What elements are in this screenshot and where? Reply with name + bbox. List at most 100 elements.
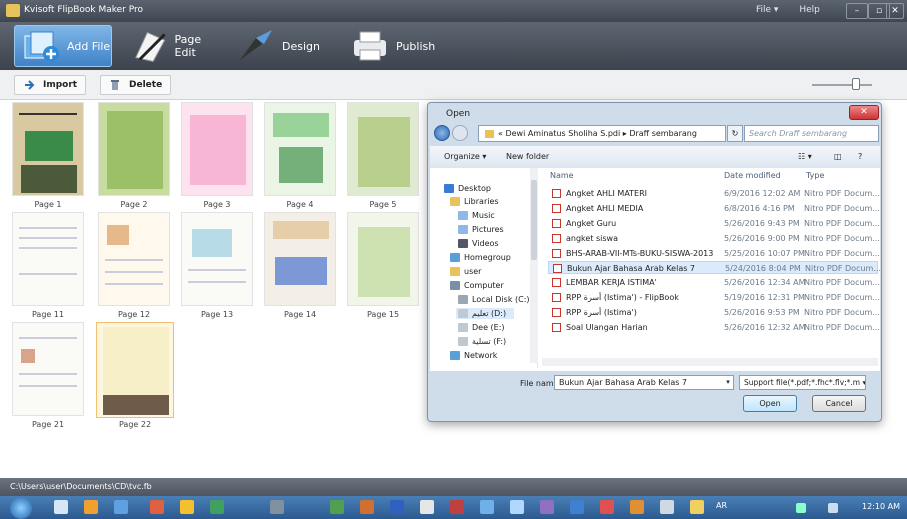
menu-help[interactable]: Help <box>799 5 820 15</box>
back-button[interactable] <box>434 125 450 141</box>
volume-icon[interactable] <box>828 503 838 513</box>
file-row-selected[interactable]: Bukun Ajar Bahasa Arab Kelas 7 5/24/2016 … <box>548 261 881 274</box>
add-file-button[interactable]: Add File <box>14 25 112 67</box>
page-thumbnail[interactable] <box>347 102 419 196</box>
page-thumbnail[interactable] <box>264 212 336 306</box>
word-icon[interactable] <box>390 500 404 514</box>
new-folder-button[interactable]: New folder <box>506 152 549 161</box>
page-edit-button[interactable]: Page Edit <box>124 25 224 67</box>
filename-dropdown-icon[interactable]: ▾ <box>720 375 736 390</box>
open-button[interactable]: Open <box>743 395 797 412</box>
menu-file[interactable]: File ▾ <box>756 5 778 15</box>
help-icon[interactable]: ? <box>858 152 862 161</box>
window-title: Kvisoft FlipBook Maker Pro <box>24 5 144 15</box>
publish-button[interactable]: Publish <box>344 25 444 67</box>
flipbook-taskbar-icon[interactable] <box>510 500 524 514</box>
page-label: Page 13 <box>200 310 234 319</box>
app-icon[interactable] <box>570 500 584 514</box>
page-thumbnail[interactable] <box>12 212 84 306</box>
file-row[interactable]: RPP أسرة (Istima') 5/26/2016 9:53 PM Nitro… <box>548 306 880 319</box>
language-indicator[interactable]: AR <box>716 501 727 510</box>
nav-drive-f[interactable]: تسلية (F:) <box>458 337 506 346</box>
forward-button[interactable] <box>452 125 468 141</box>
page-thumbnail[interactable] <box>181 102 253 196</box>
column-name[interactable]: Name <box>550 171 574 180</box>
refresh-button[interactable]: ↻ <box>727 125 743 142</box>
app-icon[interactable] <box>690 500 704 514</box>
organize-menu[interactable]: Organize ▾ <box>444 152 486 161</box>
filename-input[interactable]: Bukun Ajar Bahasa Arab Kelas 7 <box>554 375 734 390</box>
file-row[interactable]: Angket AHLI MATERI 6/9/2016 12:02 AM Nitro… <box>548 187 880 200</box>
app-icon[interactable] <box>540 500 554 514</box>
start-button[interactable] <box>10 497 32 519</box>
nav-libraries[interactable]: Libraries <box>450 197 499 206</box>
explorer-icon[interactable] <box>54 500 68 514</box>
app-icon[interactable] <box>600 500 614 514</box>
page-thumbnail[interactable] <box>12 322 84 416</box>
nav-drive-c[interactable]: Local Disk (C:) <box>458 295 530 304</box>
file-row[interactable]: LEMBAR KERJA ISTIMA' 5/26/2016 12:34 AM Ni… <box>548 276 880 289</box>
page-thumbnail[interactable] <box>181 212 253 306</box>
delete-button[interactable]: Delete <box>100 75 172 95</box>
app-icon[interactable] <box>660 500 674 514</box>
excel-icon[interactable] <box>330 500 344 514</box>
page-edit-icon <box>135 31 166 62</box>
nav-drive-d[interactable]: تعليم (D:) <box>456 308 515 319</box>
app-icon[interactable] <box>480 500 494 514</box>
design-button[interactable]: Design <box>230 25 330 67</box>
import-button[interactable]: Import <box>14 75 87 95</box>
app-icon[interactable] <box>150 500 164 514</box>
view-options-icon[interactable]: ☷ ▾ <box>798 152 812 161</box>
address-bar[interactable]: « Dewi Aminatus Sholiha S.pdi ▸ Draff se… <box>478 125 726 142</box>
nav-scrollbar-thumb[interactable] <box>531 180 537 260</box>
pdf-file-icon <box>552 234 561 243</box>
file-row[interactable]: Angket Guru 5/26/2016 9:43 PM Nitro PDF Do… <box>548 217 880 230</box>
delete-label: Delete <box>129 80 163 90</box>
zoom-slider-handle[interactable] <box>852 78 860 90</box>
app-icon[interactable] <box>210 500 224 514</box>
close-button[interactable]: ✕ <box>886 3 904 19</box>
dialog-command-bar: Organize ▾ New folder ☷ ▾ ◫ ? <box>430 146 880 168</box>
page-thumbnail-selected[interactable] <box>96 322 174 418</box>
file-row[interactable]: Angket AHLI MEDIA 6/8/2016 4:16 PM Nitro P… <box>548 202 880 215</box>
nav-network[interactable]: Network <box>450 351 497 360</box>
filetype-select[interactable]: Support file(*.pdf;*.fhc*.flv;*.m ▾ <box>739 375 866 390</box>
media-icon[interactable] <box>114 500 128 514</box>
nav-pictures[interactable]: Pictures <box>458 225 504 234</box>
file-list-scrollbar[interactable] <box>542 358 878 366</box>
zoom-slider[interactable] <box>812 84 872 86</box>
nav-computer[interactable]: Computer <box>450 281 504 290</box>
word-icon[interactable] <box>420 500 434 514</box>
file-row[interactable]: Soal Ulangan Harian 5/26/2016 12:32 AM Nit… <box>548 321 880 334</box>
file-row[interactable]: RPP أسرة (Istima') - FlipBook 5/19/2016 1… <box>548 291 880 304</box>
browser-icon[interactable] <box>84 500 98 514</box>
page-thumbnail[interactable] <box>12 102 84 196</box>
import-label: Import <box>43 80 78 90</box>
preview-pane-icon[interactable]: ◫ <box>834 152 842 161</box>
nav-homegroup[interactable]: Homegroup <box>450 253 511 262</box>
nav-user[interactable]: user <box>450 267 481 276</box>
app-icon[interactable] <box>180 500 194 514</box>
dialog-close-button[interactable]: ✕ <box>849 105 879 120</box>
page-thumbnail[interactable] <box>347 212 419 306</box>
nav-music[interactable]: Music <box>458 211 495 220</box>
minimize-button[interactable]: – <box>846 3 868 19</box>
powerpoint-icon[interactable] <box>360 500 374 514</box>
app-icon[interactable] <box>270 500 284 514</box>
file-row[interactable]: BHS-ARAB-VII-MTs-BUKU-SISWA-2013 5/25/201… <box>548 247 880 260</box>
page-thumbnail[interactable] <box>98 212 170 306</box>
search-input[interactable]: Search Draff sembarang <box>744 125 879 142</box>
column-type[interactable]: Type <box>806 171 824 180</box>
file-row[interactable]: angket siswa 5/26/2016 9:00 PM Nitro PDF D… <box>548 232 880 245</box>
nav-drive-e[interactable]: Dee (E:) <box>458 323 505 332</box>
cancel-button[interactable]: Cancel <box>812 395 866 412</box>
nav-desktop[interactable]: Desktop <box>444 184 491 193</box>
app-icon[interactable] <box>450 500 464 514</box>
nav-videos[interactable]: Videos <box>458 239 499 248</box>
network-icon[interactable] <box>796 503 806 513</box>
page-thumbnail[interactable] <box>264 102 336 196</box>
pdf-file-icon <box>552 308 561 317</box>
app-icon[interactable] <box>630 500 644 514</box>
page-thumbnail[interactable] <box>98 102 170 196</box>
column-date[interactable]: Date modified <box>724 171 781 180</box>
